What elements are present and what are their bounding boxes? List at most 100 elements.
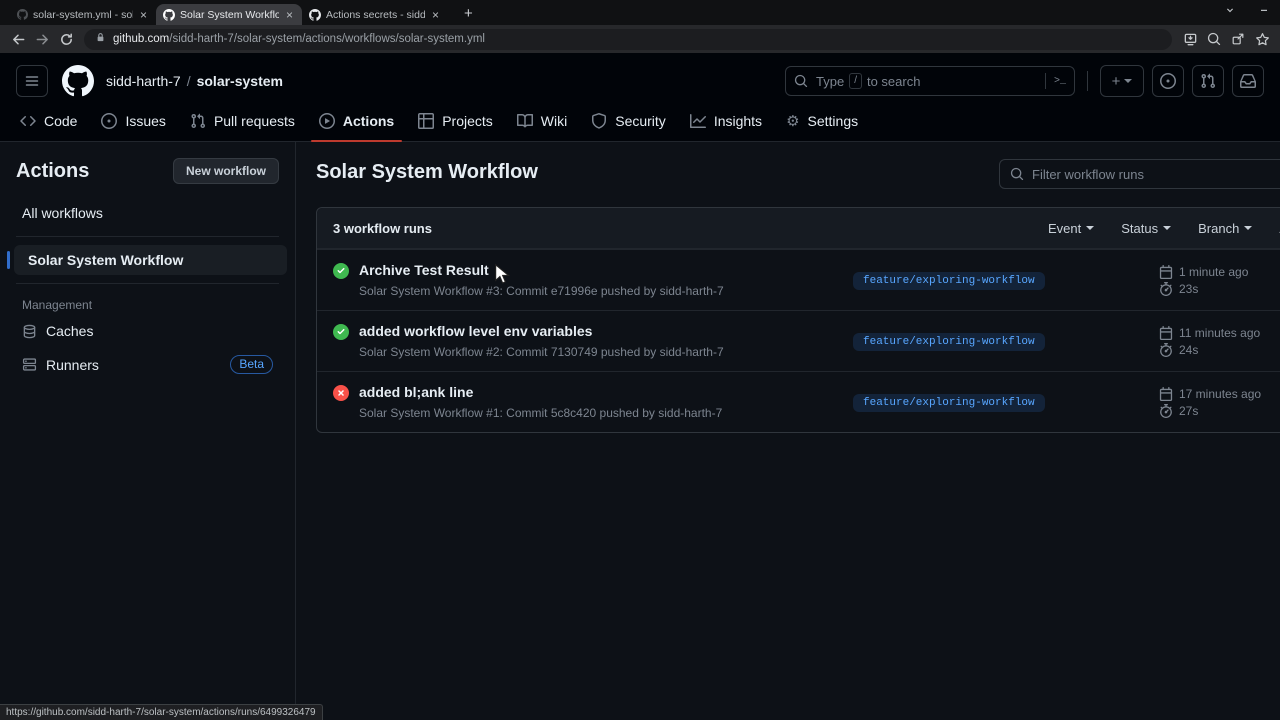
workflow-runs-main: Solar System Workflow 3 workflow runs Ev…	[296, 142, 1280, 719]
run-duration: 23s	[1179, 281, 1199, 296]
run-title-link[interactable]: added bl;ank line	[359, 384, 722, 400]
forward-icon[interactable]	[30, 27, 54, 51]
workflow-run-row: added bl;ank line Solar System Workflow …	[317, 371, 1280, 432]
pull-requests-dashboard-button[interactable]	[1192, 65, 1224, 97]
tab-close-icon[interactable]: ×	[430, 8, 441, 22]
create-new-button[interactable]: +	[1100, 65, 1144, 97]
branch-badge[interactable]: feature/exploring-workflow	[853, 333, 1045, 351]
management-section-label: Management	[22, 298, 93, 312]
event-filter-dropdown[interactable]: Event	[1048, 221, 1095, 236]
tab-close-icon[interactable]: ×	[284, 8, 295, 22]
divider	[1087, 71, 1088, 91]
browser-toolbar: github.com/sidd-harth-7/solar-system/act…	[0, 25, 1280, 53]
browser-tab-2-active[interactable]: Solar System Workflow - Workflo ×	[156, 4, 302, 25]
github-favicon	[163, 8, 175, 21]
sidebar-title: Actions	[16, 159, 90, 182]
branch-badge[interactable]: feature/exploring-workflow	[853, 394, 1045, 412]
run-time: 17 minutes ago	[1179, 386, 1262, 401]
run-title-link[interactable]: added workflow level env variables	[359, 323, 724, 339]
bookmark-star-icon[interactable]	[1250, 27, 1274, 51]
tab-actions[interactable]: Actions	[310, 105, 403, 142]
tab-title: solar-system.yml - solar-system	[33, 8, 133, 21]
breadcrumb: sidd-harth-7 / solar-system	[106, 73, 283, 89]
run-time: 11 minutes ago	[1179, 325, 1261, 340]
browser-tab-strip: solar-system.yml - solar-system × Solar …	[0, 0, 1280, 25]
address-bar[interactable]: github.com/sidd-harth-7/solar-system/act…	[84, 28, 1172, 50]
tab-search-chevron-icon[interactable]	[1224, 3, 1236, 21]
filter-workflow-runs-box	[999, 159, 1280, 189]
sidebar-item-runners[interactable]: Runners Beta	[8, 348, 287, 381]
tab-close-icon[interactable]: ×	[138, 8, 149, 22]
divider	[16, 283, 279, 284]
sidebar-item-caches[interactable]: Caches	[8, 316, 287, 346]
minimize-window-icon[interactable]	[1258, 3, 1270, 21]
status-filter-dropdown[interactable]: Status	[1121, 221, 1172, 236]
run-subtitle: Solar System Workflow #3: Commit e71996e…	[359, 284, 724, 298]
github-logo-icon[interactable]	[62, 65, 94, 97]
browser-tab-3[interactable]: Actions secrets - sidd-harth-7/so ×	[302, 4, 448, 25]
zoom-page-icon[interactable]	[1202, 27, 1226, 51]
run-time: 1 minute ago	[1179, 264, 1249, 279]
new-tab-button[interactable]: +	[458, 5, 479, 25]
install-app-icon[interactable]	[1178, 27, 1202, 51]
issues-dashboard-button[interactable]	[1152, 65, 1184, 97]
success-check-icon	[333, 263, 349, 298]
code-icon	[20, 113, 36, 129]
filter-workflow-runs-input[interactable]	[1032, 166, 1280, 182]
link-preview-status-bar: https://github.com/sidd-harth-7/solar-sy…	[0, 704, 323, 720]
tab-title: Solar System Workflow - Workflo	[180, 8, 279, 21]
success-check-icon	[333, 324, 349, 359]
tab-pull-requests[interactable]: Pull requests	[182, 105, 303, 141]
run-subtitle: Solar System Workflow #2: Commit 7130749…	[359, 345, 724, 359]
breadcrumb-owner[interactable]: sidd-harth-7	[106, 73, 181, 89]
calendar-icon	[1159, 264, 1173, 279]
tab-code[interactable]: Code	[12, 105, 85, 141]
github-favicon	[309, 8, 321, 21]
tab-projects[interactable]: Projects	[410, 105, 501, 141]
tab-title: Actions secrets - sidd-harth-7/so	[326, 8, 425, 21]
chevron-down-icon	[1086, 226, 1095, 230]
actions-sidebar: Actions New workflow All workflows Solar…	[0, 142, 296, 719]
command-palette-icon[interactable]: >_	[1044, 73, 1066, 89]
git-pull-request-icon	[190, 113, 206, 129]
book-icon	[516, 113, 533, 129]
breadcrumb-repo[interactable]: solar-system	[197, 73, 283, 89]
search-icon	[1010, 167, 1024, 181]
tab-wiki[interactable]: Wiki	[509, 105, 575, 141]
reload-icon[interactable]	[54, 27, 78, 51]
runs-count: 3 workflow runs	[333, 220, 432, 236]
server-icon	[22, 357, 37, 372]
beta-badge: Beta	[230, 355, 273, 374]
chevron-down-icon	[1124, 79, 1133, 83]
search-icon	[794, 74, 808, 88]
url-host: github.com	[113, 33, 170, 45]
tab-insights[interactable]: Insights	[682, 105, 770, 141]
chevron-down-icon	[1163, 226, 1172, 230]
tab-issues[interactable]: Issues	[93, 105, 173, 141]
hamburger-menu-button[interactable]	[16, 65, 48, 97]
sidebar-item-solar-system-workflow[interactable]: Solar System Workflow	[7, 245, 287, 275]
slash-key-hint: /	[849, 73, 862, 89]
branch-badge[interactable]: feature/exploring-workflow	[853, 272, 1045, 290]
inbox-button[interactable]	[1232, 65, 1264, 97]
tab-security[interactable]: Security	[583, 105, 674, 141]
run-duration: 24s	[1179, 342, 1199, 357]
run-subtitle: Solar System Workflow #1: Commit 5c8c420…	[359, 406, 723, 420]
sidebar-item-all-workflows[interactable]: All workflows	[8, 198, 287, 228]
table-icon	[418, 113, 435, 129]
workflow-run-row: Archive Test Result Solar System Workflo…	[317, 249, 1280, 310]
run-title-link[interactable]: Archive Test Result	[359, 262, 724, 278]
gear-icon: ⚙	[786, 112, 800, 130]
branch-filter-dropdown[interactable]: Branch	[1198, 221, 1253, 236]
browser-tab-1[interactable]: solar-system.yml - solar-system ×	[10, 4, 156, 25]
global-search-input[interactable]: Type / to search >_	[785, 66, 1075, 96]
workflow-runs-panel: 3 workflow runs Event Status Branch Acto…	[316, 207, 1280, 433]
back-icon[interactable]	[6, 27, 30, 51]
stopwatch-icon	[1160, 281, 1172, 296]
new-workflow-button[interactable]: New workflow	[172, 158, 279, 184]
share-icon[interactable]	[1226, 27, 1250, 51]
runs-list-header: 3 workflow runs Event Status Branch Acto…	[317, 208, 1280, 249]
github-favicon-dim	[17, 9, 28, 20]
repo-nav: Code Issues Pull requests Actions Projec…	[0, 105, 1280, 142]
tab-settings[interactable]: ⚙ Settings	[778, 105, 866, 141]
